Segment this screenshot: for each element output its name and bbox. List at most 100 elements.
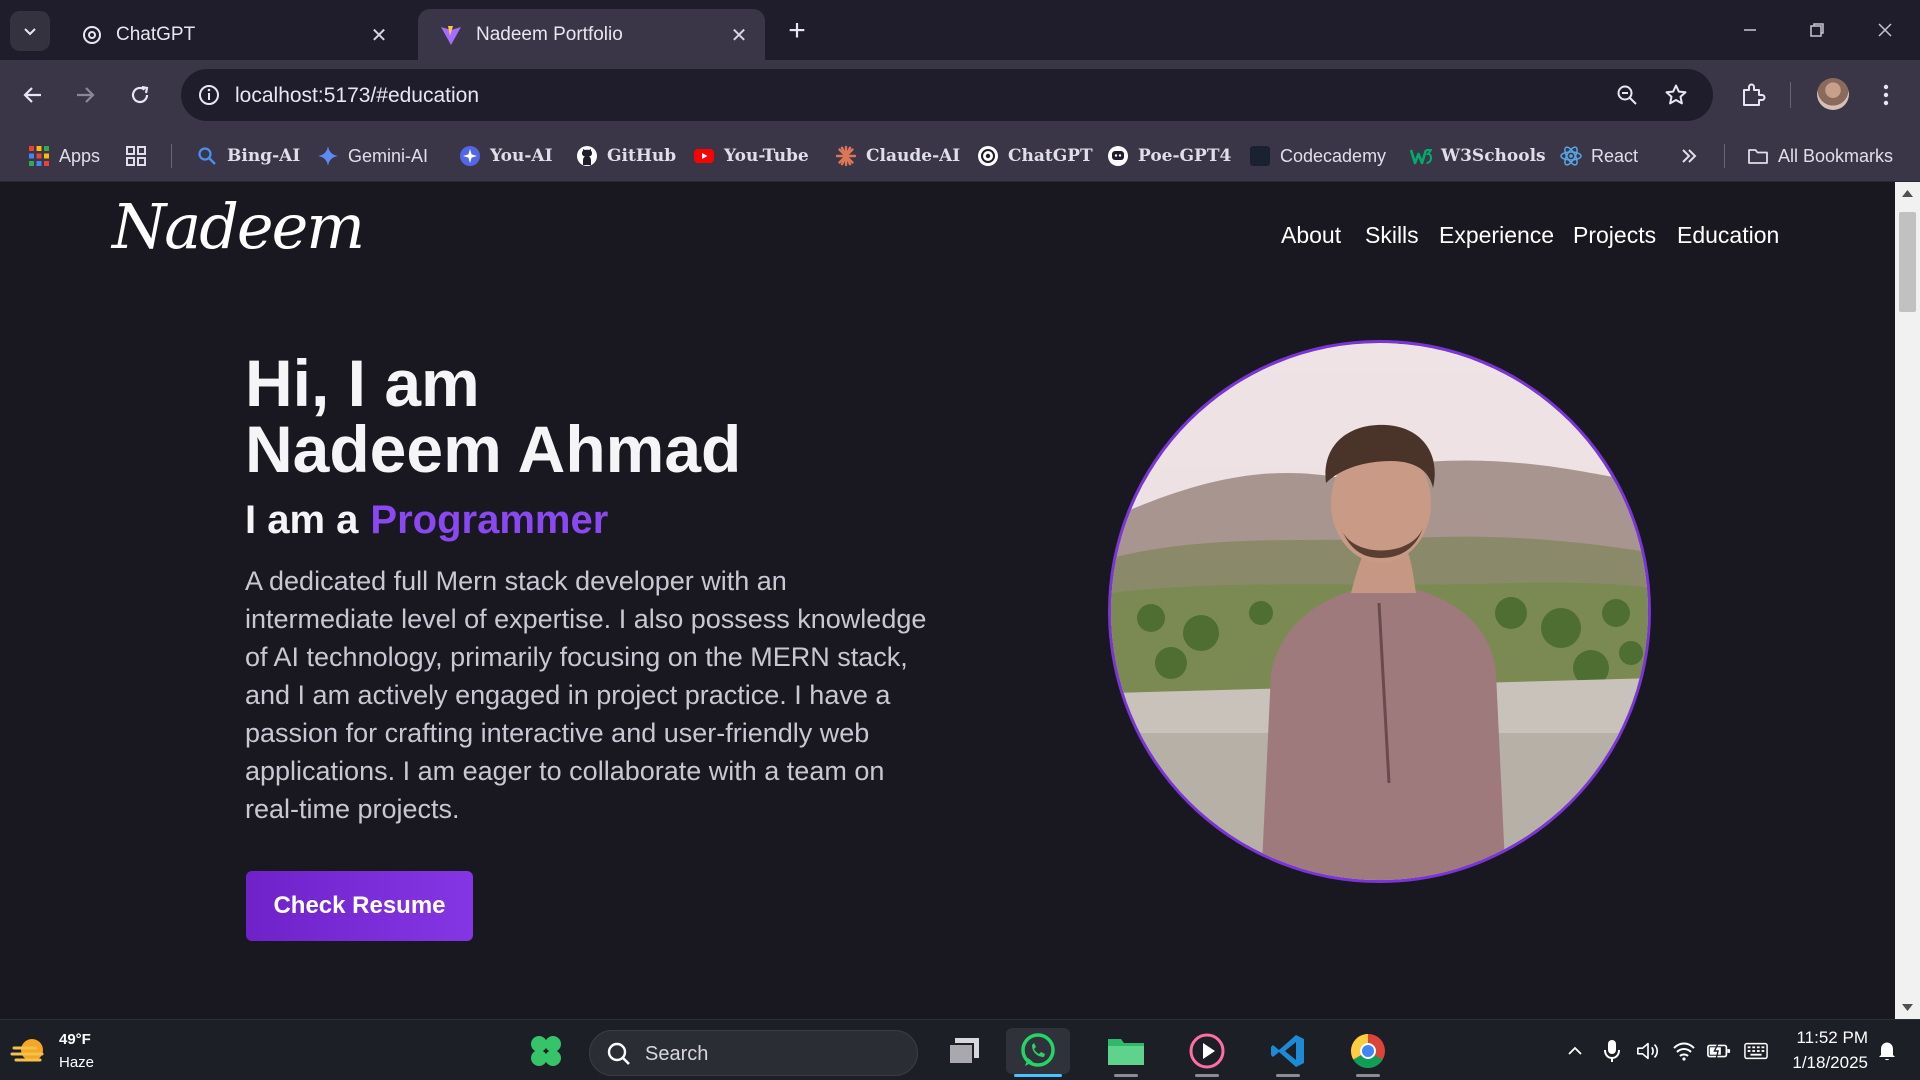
tab-nadeem-portfolio[interactable]: Nadeem Portfolio ✕ bbox=[418, 9, 765, 60]
bookmarks-bar: Apps Bing-AI Gemini-AI You-AI GitHub You… bbox=[0, 130, 1920, 182]
wifi-icon[interactable] bbox=[1672, 1039, 1696, 1063]
forward-button[interactable] bbox=[67, 77, 103, 113]
bookmarks-overflow-button[interactable] bbox=[1678, 142, 1700, 170]
tab-chatgpt[interactable]: ChatGPT ✕ bbox=[60, 9, 405, 60]
scroll-thumb[interactable] bbox=[1899, 212, 1916, 312]
bookmark-poe-gpt4[interactable]: Poe-GPT4 bbox=[1107, 142, 1231, 170]
bookmark-star-icon[interactable] bbox=[1662, 81, 1690, 109]
extensions-icon[interactable] bbox=[1735, 77, 1771, 113]
microphone-icon[interactable] bbox=[1600, 1039, 1624, 1063]
taskbar-file-explorer[interactable] bbox=[1094, 1028, 1158, 1077]
chrome-icon bbox=[1351, 1034, 1385, 1068]
running-indicator bbox=[1276, 1074, 1300, 1077]
tab-search-button[interactable] bbox=[10, 11, 50, 51]
bookmark-apps[interactable]: Apps bbox=[28, 142, 100, 170]
bookmark-bing-ai[interactable]: Bing-AI bbox=[196, 142, 300, 170]
poe-icon bbox=[1108, 146, 1128, 166]
folder-icon bbox=[1748, 149, 1768, 164]
chevron-down-icon bbox=[24, 28, 36, 36]
check-resume-button[interactable]: Check Resume bbox=[246, 871, 473, 941]
taskbar-whatsapp[interactable] bbox=[1006, 1028, 1070, 1077]
apps-grid-icon bbox=[29, 146, 49, 166]
weather-condition: Haze bbox=[59, 1054, 95, 1071]
clock-date: 1/18/2025 bbox=[1792, 1053, 1868, 1072]
nav-education[interactable]: Education bbox=[1677, 222, 1779, 249]
profile-avatar[interactable] bbox=[1817, 78, 1849, 110]
nav-skills[interactable]: Skills bbox=[1365, 222, 1419, 249]
running-indicator bbox=[1114, 1074, 1138, 1077]
address-bar[interactable]: localhost:5173/#education bbox=[181, 69, 1713, 121]
whatsapp-icon bbox=[1021, 1033, 1055, 1067]
browser-toolbar: localhost:5173/#education bbox=[0, 60, 1920, 130]
window-close-button[interactable] bbox=[1865, 14, 1905, 46]
taskbar-search[interactable]: Search bbox=[589, 1030, 918, 1076]
github-icon bbox=[577, 146, 597, 166]
all-bookmarks-button[interactable]: All Bookmarks bbox=[1747, 142, 1893, 170]
search-placeholder: Search bbox=[645, 1043, 709, 1065]
plus-icon: + bbox=[788, 14, 806, 47]
windows-taskbar: 49°F Haze Search 11:52 PM 1/18/2025 bbox=[0, 1019, 1920, 1080]
menu-kebab-icon[interactable] bbox=[1868, 77, 1904, 113]
hero-description: A dedicated full Mern stack developer wi… bbox=[245, 566, 927, 824]
nav-projects[interactable]: Projects bbox=[1573, 222, 1656, 249]
speaker-icon[interactable] bbox=[1636, 1039, 1660, 1063]
bookmark-w3schools[interactable]: W3Schools bbox=[1410, 142, 1546, 170]
bookmark-github[interactable]: GitHub bbox=[576, 142, 676, 170]
bookmark-you-ai[interactable]: You-AI bbox=[459, 142, 553, 170]
site-logo[interactable]: Nadeem bbox=[112, 190, 365, 263]
bookmark-chatgpt[interactable]: ChatGPT bbox=[977, 142, 1093, 170]
vscode-icon bbox=[1271, 1035, 1304, 1067]
profile-photo bbox=[1108, 340, 1651, 883]
start-clover-icon bbox=[531, 1036, 561, 1066]
subtitle-prefix: I am a bbox=[245, 498, 359, 542]
site-info-icon[interactable] bbox=[195, 81, 223, 109]
screen: ChatGPT ✕ Nadeem Portfolio ✕ + localhost… bbox=[0, 0, 1920, 1080]
bookmarks-divider bbox=[171, 144, 172, 168]
restore-button[interactable] bbox=[1797, 14, 1837, 46]
taskbar-chrome[interactable] bbox=[1336, 1028, 1400, 1077]
bookmark-you-tube[interactable]: You-Tube bbox=[693, 142, 809, 170]
new-tab-button[interactable]: + bbox=[780, 14, 814, 48]
taskbar-media-player[interactable] bbox=[1175, 1028, 1239, 1077]
show-hidden-icons-button[interactable] bbox=[1563, 1039, 1587, 1063]
gemini-icon bbox=[318, 146, 338, 166]
zoom-icon[interactable] bbox=[1613, 81, 1641, 109]
notification-bell-icon[interactable] bbox=[1875, 1039, 1899, 1063]
codecademy-icon bbox=[1250, 146, 1270, 166]
scroll-down-icon[interactable] bbox=[1901, 1003, 1914, 1013]
running-indicator bbox=[1356, 1074, 1380, 1077]
back-button[interactable] bbox=[15, 77, 51, 113]
running-indicator bbox=[1195, 1074, 1219, 1077]
react-icon bbox=[1560, 146, 1582, 166]
keyboard-icon[interactable] bbox=[1744, 1039, 1768, 1063]
battery-charging-icon[interactable] bbox=[1707, 1039, 1731, 1063]
bookmark-react[interactable]: React bbox=[1560, 142, 1638, 170]
bookmark-gemini-ai[interactable]: Gemini-AI bbox=[317, 142, 428, 170]
hero-name: Nadeem Ahmad bbox=[245, 412, 742, 486]
close-icon[interactable]: ✕ bbox=[367, 23, 391, 47]
search-icon bbox=[198, 147, 216, 165]
typewriter-role: Programmer bbox=[370, 498, 609, 542]
nav-about[interactable]: About bbox=[1281, 222, 1341, 249]
clock-time: 11:52 PM bbox=[1796, 1028, 1868, 1047]
bookmark-codecademy[interactable]: Codecademy bbox=[1249, 142, 1386, 170]
page-scrollbar[interactable] bbox=[1895, 182, 1920, 1019]
task-view-button[interactable] bbox=[932, 1028, 996, 1074]
bookmark-claude-ai[interactable]: Claude-AI bbox=[835, 142, 960, 170]
chatgpt-icon bbox=[978, 146, 998, 166]
bookmarks-divider bbox=[1724, 144, 1725, 168]
media-player-icon bbox=[1189, 1033, 1225, 1069]
close-icon[interactable]: ✕ bbox=[727, 23, 751, 47]
url-text[interactable]: localhost:5173/#education bbox=[235, 84, 479, 108]
minimize-button[interactable] bbox=[1730, 14, 1770, 46]
taskbar-vscode[interactable] bbox=[1256, 1028, 1320, 1077]
file-explorer-icon bbox=[1108, 1039, 1144, 1065]
tab-groups-button[interactable] bbox=[125, 142, 147, 170]
nav-experience[interactable]: Experience bbox=[1439, 222, 1554, 249]
you-icon bbox=[460, 146, 480, 166]
hero-heading: Hi, I am Nadeem Ahmad bbox=[245, 350, 741, 482]
start-button[interactable] bbox=[514, 1028, 578, 1074]
chevron-up-icon bbox=[1568, 1046, 1582, 1055]
reload-button[interactable] bbox=[122, 77, 158, 113]
scroll-up-icon[interactable] bbox=[1901, 188, 1914, 198]
